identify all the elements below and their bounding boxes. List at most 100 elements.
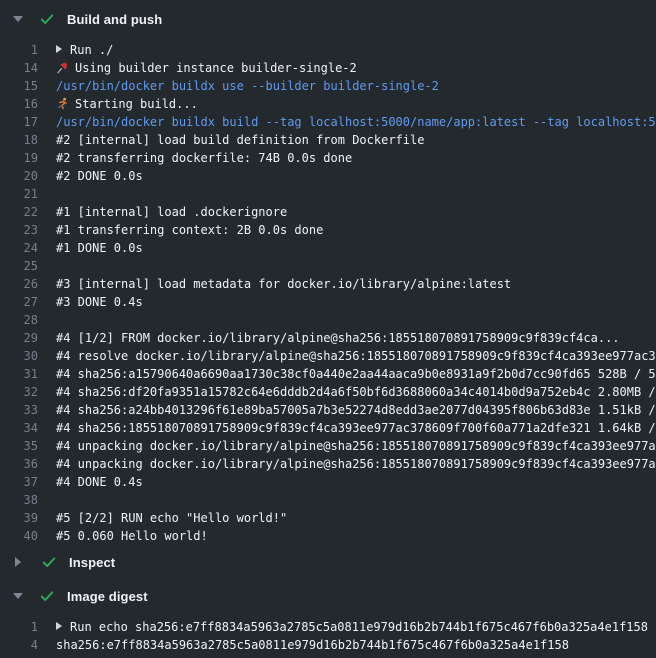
line-text: #1 [internal] load .dockerignore [56,203,287,221]
line-text: #4 unpacking docker.io/library/alpine@sh… [56,455,656,473]
line-number[interactable]: 1 [0,618,38,636]
line-text: #2 DONE 0.0s [56,167,143,185]
log-line: 34#4 sha256:185518070891758909c9f839cf4c… [0,419,656,437]
section-title: Image digest [67,589,148,604]
log-line: 24#1 DONE 0.0s [0,239,656,257]
runner-icon [56,97,69,113]
line-number[interactable]: 4 [0,636,38,654]
line-number[interactable]: 21 [0,185,38,203]
line-text: #4 sha256:a15790640a6690aa1730c38cf0a440… [56,365,656,383]
log-line: 35 #4 unpacking docker.io/library/alpine@… [0,437,656,455]
log-line: 40 #5 0.060 Hello world! [0,527,656,545]
pushpin-icon [56,61,69,77]
line-text: #2 [internal] load build definition from… [56,131,424,149]
line-number[interactable]: 31 [0,365,38,383]
line-number[interactable]: 23 [0,221,38,239]
log-line: 23 #1 transferring context: 2B 0.0s done [0,221,656,239]
line-number[interactable]: 32 [0,383,38,401]
section-inspect: Inspect [0,545,656,579]
section-header-image-digest[interactable]: Image digest [0,579,656,613]
line-number[interactable]: 16 [0,95,38,113]
line-number[interactable]: 40 [0,527,38,545]
line-number[interactable]: 20 [0,167,38,185]
line-text: Run ./ [56,41,113,59]
log-line: 18 #2 [internal] load build definition fr… [0,131,656,149]
log-line: 15/usr/bin/docker buildx use --builder b… [0,77,656,95]
section-title: Inspect [69,555,115,570]
line-number[interactable]: 29 [0,329,38,347]
chevron-down-icon[interactable] [13,16,23,22]
line-text: #4 sha256:df20fa9351a15782c64e6dddb2d4a6… [56,383,656,401]
section-header-inspect[interactable]: Inspect [0,545,656,579]
line-number[interactable]: 39 [0,509,38,527]
line-number[interactable]: 33 [0,401,38,419]
actions-log-viewer: Build and push 1 Run ./14Using builder in… [0,0,656,658]
log-line: 30#4 resolve docker.io/library/alpine@sh… [0,347,656,365]
chevron-right-icon[interactable] [15,557,21,567]
log-line: 32 #4 sha256:df20fa9351a15782c64e6dddb2d4… [0,383,656,401]
log-line: 17/usr/bin/docker buildx build --tag loc… [0,113,656,131]
log-line: 26#3 [internal] load metadata for docker… [0,275,656,293]
line-text: #4 sha256:a24bb4013296f61e89ba57005a7b3e… [56,401,656,419]
check-success-icon [41,554,57,570]
log-block-image-digest: 1 Run echo sha256:e7ff8834a5963a2785c5a08… [0,613,656,654]
expand-caret-icon[interactable] [56,45,62,53]
line-number[interactable]: 30 [0,347,38,365]
log-line: 36 #4 unpacking docker.io/library/alpine@… [0,455,656,473]
line-text: sha256:e7ff8834a5963a2785c5a0811e979d16b… [56,636,569,654]
log-line: 38 [0,491,656,509]
check-success-icon [39,11,55,27]
log-line: 16 Starting build... [0,95,656,113]
log-line: 20 #2 DONE 0.0s [0,167,656,185]
line-text: Starting build... [56,95,198,113]
line-number[interactable]: 15 [0,77,38,95]
check-success-icon [39,588,55,604]
line-text: #4 unpacking docker.io/library/alpine@sh… [56,437,656,455]
line-number[interactable]: 14 [0,59,38,77]
section-header-build-and-push[interactable]: Build and push [0,2,656,36]
line-number[interactable]: 24 [0,239,38,257]
line-number[interactable]: 38 [0,491,38,509]
line-number[interactable]: 19 [0,149,38,167]
log-block-build-and-push: 1 Run ./14Using builder instance builder-… [0,36,656,545]
line-number[interactable]: 17 [0,113,38,131]
line-number[interactable]: 37 [0,473,38,491]
log-line: 31 #4 sha256:a15790640a6690aa1730c38cf0a4… [0,365,656,383]
line-number[interactable]: 1 [0,41,38,59]
log-line: 1 Run ./ [0,41,656,59]
log-line: 14Using builder instance builder-single-… [0,59,656,77]
line-text: #4 DONE 0.4s [56,473,143,491]
line-number[interactable]: 27 [0,293,38,311]
log-line: 4 sha256:e7ff8834a5963a2785c5a0811e979d16… [0,636,656,654]
log-line: 25 [0,257,656,275]
log-line: 37 #4 DONE 0.4s [0,473,656,491]
line-text: #5 0.060 Hello world! [56,527,208,545]
line-number[interactable]: 28 [0,311,38,329]
line-number[interactable]: 26 [0,275,38,293]
log-line: 19#2 transferring dockerfile: 74B 0.0s d… [0,149,656,167]
line-number[interactable]: 36 [0,455,38,473]
line-number[interactable]: 35 [0,437,38,455]
line-number[interactable]: 25 [0,257,38,275]
line-text: #3 DONE 0.4s [56,293,143,311]
line-text: #1 transferring context: 2B 0.0s done [56,221,323,239]
log-line: 1 Run echo sha256:e7ff8834a5963a2785c5a08… [0,618,656,636]
section-image-digest: Image digest 1 Run echo sha256:e7ff8834a5… [0,579,656,654]
line-text: #5 [2/2] RUN echo "Hello world!" [56,509,287,527]
section-build-and-push: Build and push 1 Run ./14Using builder in… [0,2,656,545]
log-line: 33 #4 sha256:a24bb4013296f61e89ba57005a7b… [0,401,656,419]
line-number[interactable]: 34 [0,419,38,437]
expand-caret-icon[interactable] [56,622,62,630]
line-text: #4 [1/2] FROM docker.io/library/alpine@s… [56,329,620,347]
line-text: Run echo sha256:e7ff8834a5963a2785c5a081… [56,618,648,636]
line-number[interactable]: 22 [0,203,38,221]
log-line: 39 #5 [2/2] RUN echo "Hello world!" [0,509,656,527]
log-line: 22 #1 [internal] load .dockerignore [0,203,656,221]
chevron-down-icon[interactable] [13,593,23,599]
line-text: /usr/bin/docker buildx build --tag local… [56,113,656,131]
line-text: /usr/bin/docker buildx use --builder bui… [56,77,439,95]
log-line: 21 [0,185,656,203]
line-number[interactable]: 18 [0,131,38,149]
section-title: Build and push [67,12,162,27]
log-line: 29 #4 [1/2] FROM docker.io/library/alpine… [0,329,656,347]
